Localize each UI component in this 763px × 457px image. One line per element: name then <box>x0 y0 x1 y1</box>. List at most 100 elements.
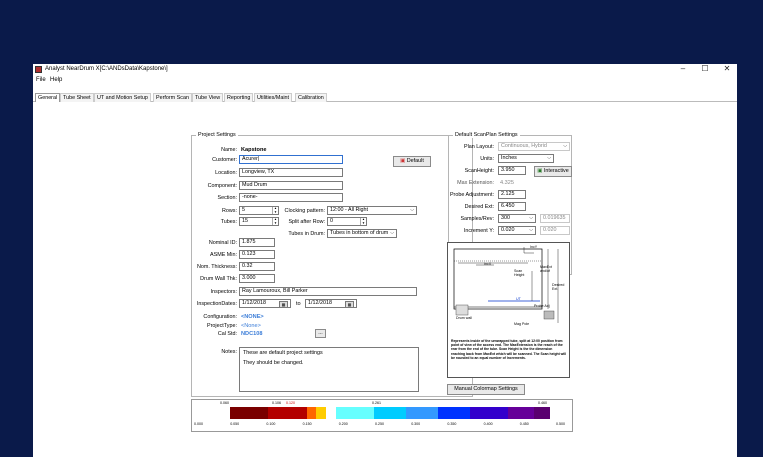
nom-thickness-label: Nom. Thickness: <box>196 264 237 270</box>
interactive-icon: ▣ <box>537 168 543 174</box>
menu-help[interactable]: Help <box>50 77 62 83</box>
tab-general[interactable]: General <box>35 93 61 102</box>
interactive-button[interactable]: ▣ Interactive <box>534 166 572 177</box>
colormap-bottom-tick: 0.350 <box>447 422 457 426</box>
tab-ut-motion-setup[interactable]: UT and Motion Setup <box>94 93 151 102</box>
max-extension-label: Max Extension: <box>457 180 494 186</box>
diagram-incx-label: IncX <box>484 262 492 266</box>
colormap-bottom-tick: 0.250 <box>375 422 384 426</box>
tubes-spin-icon[interactable]: ▲ ▼ <box>272 218 278 225</box>
diagram-incy-label: IncY <box>530 245 538 249</box>
colormap-segment <box>306 407 317 419</box>
colormap-segment <box>406 407 438 419</box>
tab-tube-view[interactable]: Tube View <box>192 93 224 102</box>
project-type-value[interactable]: <None> <box>241 323 261 329</box>
tab-reporting[interactable]: Reporting <box>224 93 254 102</box>
date-to-value: 1/12/2018 <box>308 300 332 306</box>
diagram-drum-wall-label: Drum wall <box>456 316 472 320</box>
plan-layout-select[interactable]: Continuous, Hybrid ⌵ <box>498 142 570 151</box>
units-select[interactable]: Inches ⌵ <box>498 154 554 163</box>
nom-thickness-input[interactable]: 0.32 <box>239 262 275 271</box>
colormap-top-tick: 0.261 <box>372 401 381 405</box>
nominal-id-input[interactable]: 1.875 <box>239 238 275 247</box>
rows-spin-icon[interactable]: ▲ ▼ <box>272 207 278 214</box>
colormap-bottom-tick: 0.000 <box>194 422 203 426</box>
colormap-segment <box>316 407 326 419</box>
scan-height-input[interactable]: 3.950 <box>498 166 526 175</box>
customer-input[interactable]: Acurer| <box>239 155 343 164</box>
diagram-mag-pole-label: Mag Pole <box>514 322 530 326</box>
section-input[interactable]: -none- <box>239 193 343 202</box>
manual-colormap-button[interactable]: Manual Colormap Settings <box>447 384 525 395</box>
tubes-in-drum-select[interactable]: Tubes in bottom of drum ⌵ <box>327 229 397 238</box>
browse-button[interactable]: ... <box>315 329 326 338</box>
cal-std-value[interactable]: NDC108 <box>241 331 262 337</box>
tubes-in-drum-value: Tubes in bottom of drum <box>330 230 389 236</box>
colormap-bottom-tick: 0.200 <box>338 422 348 426</box>
tubes-in-drum-label: Tubes in Drum: <box>288 231 325 237</box>
minimize-button[interactable]: – <box>673 64 693 75</box>
date-to-label: to <box>296 301 301 307</box>
component-input[interactable]: Mud Drum <box>239 181 343 190</box>
tab-strip: General Tube Sheet UT and Motion Setup P… <box>33 92 737 102</box>
menu-bar: File Help <box>33 76 737 86</box>
clocking-label: Clocking pattern: <box>284 208 325 214</box>
calendar-icon[interactable]: ▦ <box>279 301 288 307</box>
diagram-probe-adj-label: Probe Adj <box>534 304 550 308</box>
calendar-icon[interactable]: ▦ <box>345 301 354 307</box>
rows-stepper[interactable]: 5 ▲ ▼ <box>239 206 279 215</box>
tab-utilities-maint[interactable]: Utilities/Maint <box>254 93 293 102</box>
maximize-button[interactable]: ☐ <box>695 64 715 75</box>
increment-y-select[interactable]: 0.020 ⌵ <box>498 226 536 235</box>
section-label: Section: <box>217 195 237 201</box>
plan-layout-label: Plan Layout: <box>464 144 494 150</box>
drum-wall-input[interactable]: 3.000 <box>239 274 275 283</box>
colormap-segment <box>508 407 534 419</box>
split-stepper[interactable]: 0 ▲ ▼ <box>327 217 367 226</box>
samples-resolution: 0.019635 <box>540 214 570 223</box>
colormap-bottom-tick: 0.050 <box>230 422 240 426</box>
increment-y-value: 0.020 <box>501 227 515 233</box>
tab-calibration[interactable]: Calibration <box>295 93 327 102</box>
configuration-value[interactable]: <NONE> <box>241 314 264 320</box>
desired-ext-input[interactable]: 6.450 <box>498 202 526 211</box>
notes-textarea[interactable]: These are default project settings They … <box>239 347 419 392</box>
default-button[interactable]: ▣ Default <box>393 156 431 167</box>
date-from-value: 1/12/2018 <box>242 300 266 306</box>
diagram-desired-ext-label: Desired Ext. <box>552 283 565 291</box>
max-extension-value: 4.325 <box>500 180 514 186</box>
scanplan-diagram: IncY IncX Scan Height MaxExt and/of Desi… <box>447 242 570 378</box>
cal-std-label: Cal Std: <box>217 331 237 337</box>
date-from-input[interactable]: 1/12/2018 ▦ <box>239 299 291 308</box>
samples-rev-label: Samples/Rev: <box>460 216 494 222</box>
probe-adjustment-input[interactable]: 2.125 <box>498 190 526 199</box>
notes-line-1: These are default project settings <box>243 350 323 356</box>
split-spin-icon[interactable]: ▲ ▼ <box>360 218 366 225</box>
menu-file[interactable]: File <box>36 77 46 83</box>
inspectors-label: Inspectors: <box>210 289 237 295</box>
title-bar: Analyst NearDrum X[C:\ANDsData\Kapstone\… <box>33 64 737 76</box>
drum-wall-label: Drum Wall Thk: <box>200 276 237 282</box>
date-to-input[interactable]: 1/12/2018 ▦ <box>305 299 357 308</box>
default-button-label: Default <box>406 158 424 164</box>
colormap-top-tick: 0.120 <box>286 401 295 405</box>
increment-y-label: Increment Y: <box>463 228 494 234</box>
colormap-segment <box>335 407 374 419</box>
colormap-top-tick: 0.460 <box>538 401 547 405</box>
diagram-ut-label: UT <box>516 297 521 301</box>
inspectors-input[interactable]: Ray Lamouroux, Bill Parker <box>239 287 417 296</box>
clocking-select[interactable]: 12:00 - All Right ⌵ <box>327 206 417 215</box>
tab-perform-scan[interactable]: Perform Scan <box>153 93 192 102</box>
asme-min-input[interactable]: 0.123 <box>239 250 275 259</box>
colormap-segment <box>326 407 336 419</box>
tab-tube-sheet[interactable]: Tube Sheet <box>60 93 94 102</box>
colormap-top-tick: 0.060 <box>220 401 229 405</box>
location-input[interactable]: Longview, TX <box>239 168 343 177</box>
colormap-scale[interactable]: 0.060 0.106 0.120 0.261 0.460 0.000 0.050… <box>191 399 573 432</box>
close-button[interactable]: ✕ <box>717 64 737 75</box>
tubes-label: Tubes: <box>220 219 237 225</box>
tubes-stepper[interactable]: 15 ▲ ▼ <box>239 217 279 226</box>
samples-rev-select[interactable]: 300 ⌵ <box>498 214 536 223</box>
clocking-value: 12:00 - All Right <box>330 207 369 213</box>
colormap-bottom-tick: 0.100 <box>266 422 276 426</box>
